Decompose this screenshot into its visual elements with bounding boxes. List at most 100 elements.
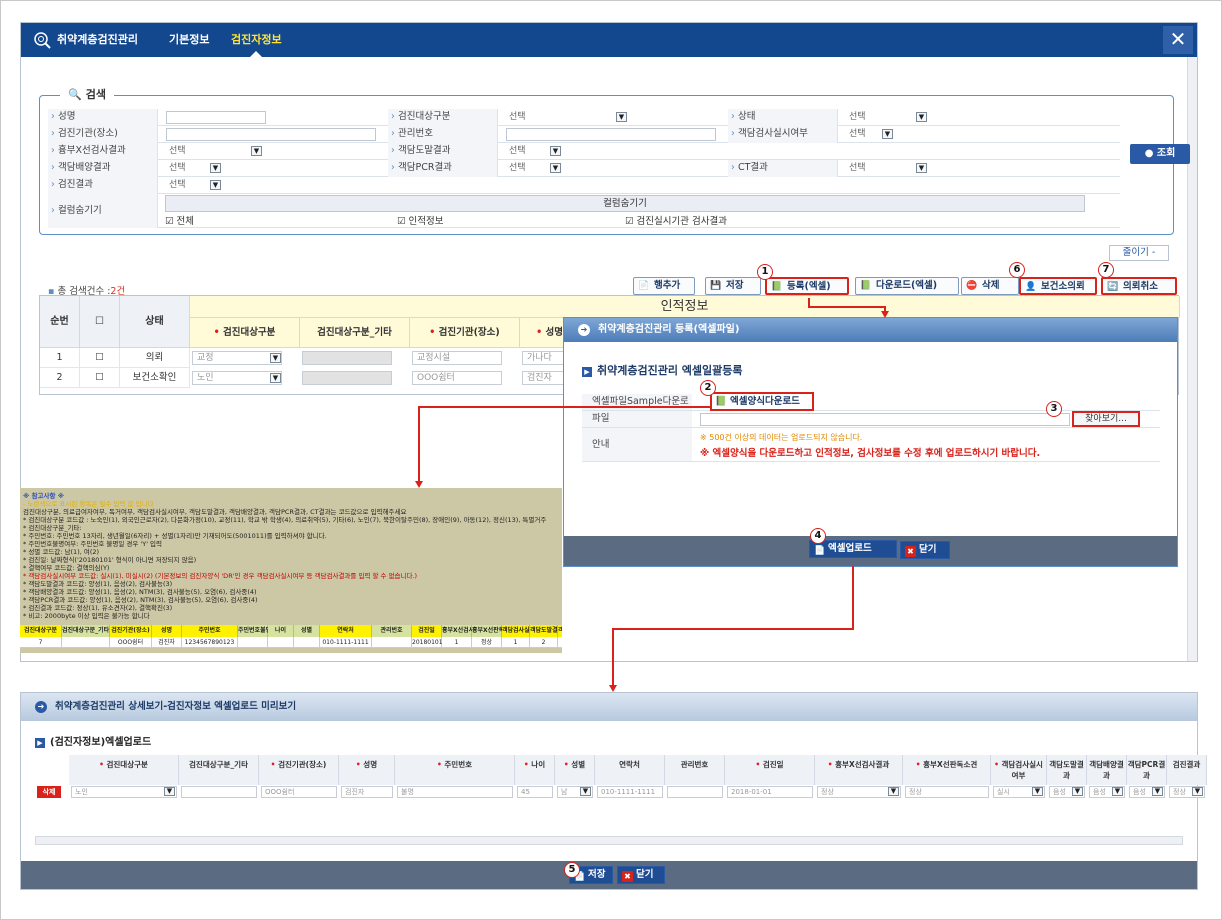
preview-cell-input[interactable]: 불명 [397,786,513,798]
label-smear: 객담도말결과 [388,143,498,160]
result-select[interactable]: 선택 ▼ [166,179,226,192]
chevron-down-icon: ▼ [550,163,561,173]
preview-cell-input[interactable]: 노인 ▼ [71,786,177,798]
save-button[interactable]: 💾 저장 [705,277,761,295]
add-row-button[interactable]: 📄 행추가 [633,277,695,295]
browse-button[interactable]: 찾아보기... [1072,411,1140,427]
label-pcr: 객담PCR결과 [388,160,498,177]
institution-input[interactable] [166,128,376,141]
label-institution: 검진기관(장소) [48,126,158,143]
manage-no-input[interactable] [506,128,716,141]
row-institution-input[interactable]: 교정시설 [412,351,502,365]
row-institution-input[interactable]: OOO쉼터 [412,371,502,385]
download-excel-button[interactable]: 📗 다운로드(엑셀) [855,277,959,295]
arrow-down-icon [881,311,889,318]
col-no: 순번 [40,296,80,348]
cancel-request-button[interactable]: 🔄 의뢰취소 [1101,277,1177,295]
preview-cell-input[interactable]: 음성 ▼ [1049,786,1085,798]
ct-select[interactable]: 선택 ▼ [846,162,931,175]
notes-table-cell [62,637,110,648]
smear-select[interactable]: 선택 ▼ [506,145,566,158]
name-input[interactable] [166,111,266,124]
close-icon: ✖ [622,869,633,885]
notes-table-cell [294,637,320,648]
preview-close-button[interactable]: ✖ 닫기 [617,866,665,884]
preview-cell-input[interactable]: 45 [517,786,553,798]
excel-upload-dialog: ➔ 취약계층검진관리 등록(엑셀파일) ▶ 취약계층검진관리 엑셀일괄등록 엑셀파일… [563,317,1178,567]
connector-line [808,306,886,308]
preview-cell-input[interactable]: 실시 ▼ [993,786,1045,798]
preview-cell-input[interactable] [667,786,723,798]
preview-cell-input[interactable]: 음성 ▼ [1129,786,1165,798]
notes-table-header: 나이 [268,625,294,637]
sputum-done-select[interactable]: 선택 ▼ [846,128,901,141]
pcr-select[interactable]: 선택 ▼ [506,162,566,175]
preview-header: ➔ 취약계층검진관리 상세보기-검진자정보 엑셀업로드 미리보기 [21,693,1197,721]
chevron-down-icon: ▼ [916,163,927,173]
chevron-down-icon: ▼ [270,373,281,383]
health-center-request-button[interactable]: 👤 보건소의뢰 [1019,277,1097,295]
preview-cell-input[interactable] [181,786,257,798]
preview-cell-input[interactable]: 음성 ▼ [1089,786,1125,798]
search-dot-icon: ● [1144,148,1157,159]
status-select[interactable]: 선택 ▼ [846,111,931,124]
notes-table-cell: 1 [442,637,472,648]
preview-cell-input[interactable]: 010-1111-1111 [597,786,663,798]
preview-cell-input[interactable]: 정상 [905,786,989,798]
excel-icon: 📗 [860,281,872,291]
dialog-close-button[interactable]: ✖ 닫기 [900,541,950,559]
chevron-down-icon: ▼ [1112,787,1123,796]
notes-table-header: 검진대상구분 [20,625,62,637]
row-target-select[interactable]: 노인 ▼ [192,371,282,385]
document-icon: 📄 [638,281,650,291]
row-delete-button[interactable]: 삭제 [37,786,61,798]
check-personal[interactable]: ☑ 인적정보 [397,213,444,227]
check-result[interactable]: ☑ 검진실시기관 검사결과 [625,213,727,227]
tab-basic-info[interactable]: 기본정보 [169,23,209,57]
disk-icon: 💾 [710,281,722,291]
horizontal-scrollbar[interactable] [35,836,1183,845]
close-window-button[interactable]: ✕ [1163,26,1193,54]
preview-cell-input[interactable]: OOO쉼터 [261,786,337,798]
row-checkbox[interactable]: ☐ [80,348,120,368]
file-path-input[interactable] [700,413,1070,426]
check-all[interactable]: ☑ 전체 [165,213,194,227]
culture-select[interactable]: 선택 ▼ [166,162,226,175]
notes-table-header: 관리번호 [372,625,412,637]
required-dot-icon: • [755,760,763,769]
search-row: 성명 검진대상구분 선택▼ 상태 선택▼ [48,109,1120,126]
row-status: 의뢰 [120,348,190,368]
sample-row: 엑셀파일Sample다운로드 📗엑셀양식다운로드 [582,392,1160,423]
notes-table-cell: 7 [20,637,62,648]
notes-table-header: 객담도말결과 [530,625,562,637]
tab-examinee-info[interactable]: 검진자정보 [231,23,282,57]
xray-select[interactable]: 선택 ▼ [166,145,266,158]
select-all-checkbox[interactable]: ☐ [80,296,120,348]
guide-note-1: ※ 500건 이상의 데이터는 업로드되지 않습니다. [700,433,863,442]
file-row: 파일 찾아보기... [582,411,1160,428]
notes-table-cell [238,637,268,648]
row-target-select[interactable]: 교정 ▼ [192,351,282,365]
chevron-down-icon: ▼ [1192,787,1203,796]
preview-cell-input[interactable]: 검진자 [341,786,393,798]
preview-col-header: 관리번호 [665,755,725,785]
preview-col-header: • 검진일 [725,755,815,785]
delete-button[interactable]: ⛔ 삭제 [961,277,1019,295]
preview-cell-input[interactable]: 남 ▼ [557,786,593,798]
arrow-icon: ▶ [582,367,592,377]
target-select[interactable]: 선택 ▼ [506,111,631,124]
register-excel-button[interactable]: 📗 등록(엑셀) [765,277,849,295]
search-button[interactable]: ● 조회 [1130,144,1190,164]
row-checkbox[interactable]: ☐ [80,368,120,388]
sample-download-button[interactable]: 📗 엑셀양식다운로드 [710,392,814,411]
preview-cell-input[interactable]: 정상 ▼ [817,786,901,798]
personal-info-group-header: 인적정보 [190,296,1180,318]
preview-cell-input[interactable]: 2018-01-01 [727,786,813,798]
notes-table-header: 연락처 [320,625,372,637]
preview-subtitle: ▶ (검진자정보)엑셀업로드 [35,733,151,748]
notes-table-header: 주민번호불명여부 [238,625,282,637]
search-legend: 🔍 검색 [60,86,114,102]
preview-cell-input[interactable]: 정상 ▼ [1169,786,1205,798]
search-panel: 🔍검색 성명 검진대상구분 선택▼ 상태 선택▼ 검진기관(장소) 관리번호 객… [39,86,1190,235]
collapse-button[interactable]: 줄이기 - [1109,245,1169,261]
